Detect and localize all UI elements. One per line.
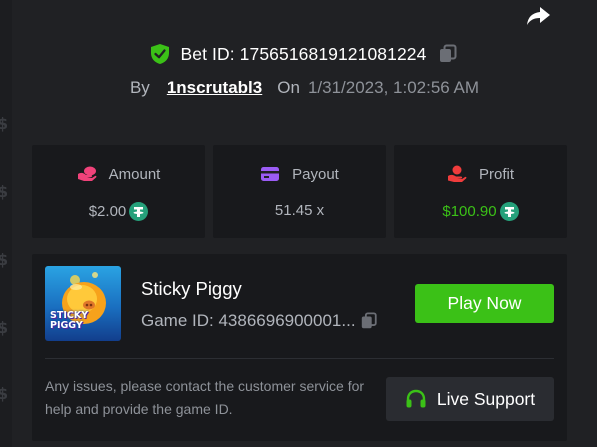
background-page-edge: $ $ $ $ $ [0,0,12,447]
stat-payout-value: 51.45 x [274,202,325,219]
support-help-text: Any issues, please contact the customer … [45,378,365,417]
share-arrow-icon [527,7,550,25]
headset-icon [406,389,426,408]
stat-payout: Payout 51.45 x [213,145,386,238]
coins-icon [77,166,97,181]
game-id: Game ID: 4386696900001... [141,311,356,330]
on-label: On [277,78,300,97]
thumbnail-text: STICKY PIGGY [50,310,89,331]
username-link[interactable]: 1nscrutabl3 [167,78,262,98]
game-id-row: Game ID: 4386696900001... [141,311,378,331]
bet-detail-panel: Bet ID: 1756516819121081224 By 1nscrutab… [12,0,597,447]
share-button[interactable] [524,4,552,28]
live-support-label: Live Support [436,388,536,409]
usdt-coin-icon [129,202,149,221]
divider [45,358,554,359]
stat-payout-label: Payout [292,165,339,183]
stat-profit-label: Profit [478,165,514,183]
game-card: STICKY PIGGY Sticky Piggy Game ID: 43866… [32,254,567,441]
profit-hand-icon [447,165,467,182]
play-now-button[interactable]: Play Now [415,284,554,323]
wallet-icon [261,167,280,181]
stat-amount: Amount $2.00 [32,145,205,238]
stat-amount-label: Amount [108,165,161,183]
game-thumbnail[interactable]: STICKY PIGGY [45,266,121,341]
copy-icon[interactable] [360,312,378,330]
copy-icon[interactable] [438,44,458,64]
usdt-coin-icon [499,202,519,221]
bet-id-row: Bet ID: 1756516819121081224 [12,42,597,66]
bet-id: Bet ID: 1756516819121081224 [180,43,427,64]
stat-amount-value: $2.00 [88,203,127,220]
stat-profit: Profit $100.90 [394,145,567,238]
bet-timestamp: 1/31/2023, 1:02:56 AM [307,78,480,97]
live-support-button[interactable]: Live Support [386,377,554,421]
bet-stats: Amount $2.00 Payout 51.45 x Profit $100.… [32,145,567,238]
verified-shield-icon [150,44,169,64]
game-title: Sticky Piggy [141,278,242,299]
bet-author-row: By 1nscrutabl3 On 1/31/2023, 1:02:56 AM [12,77,597,99]
by-label: By [129,78,150,97]
stat-profit-value: $100.90 [442,203,497,220]
